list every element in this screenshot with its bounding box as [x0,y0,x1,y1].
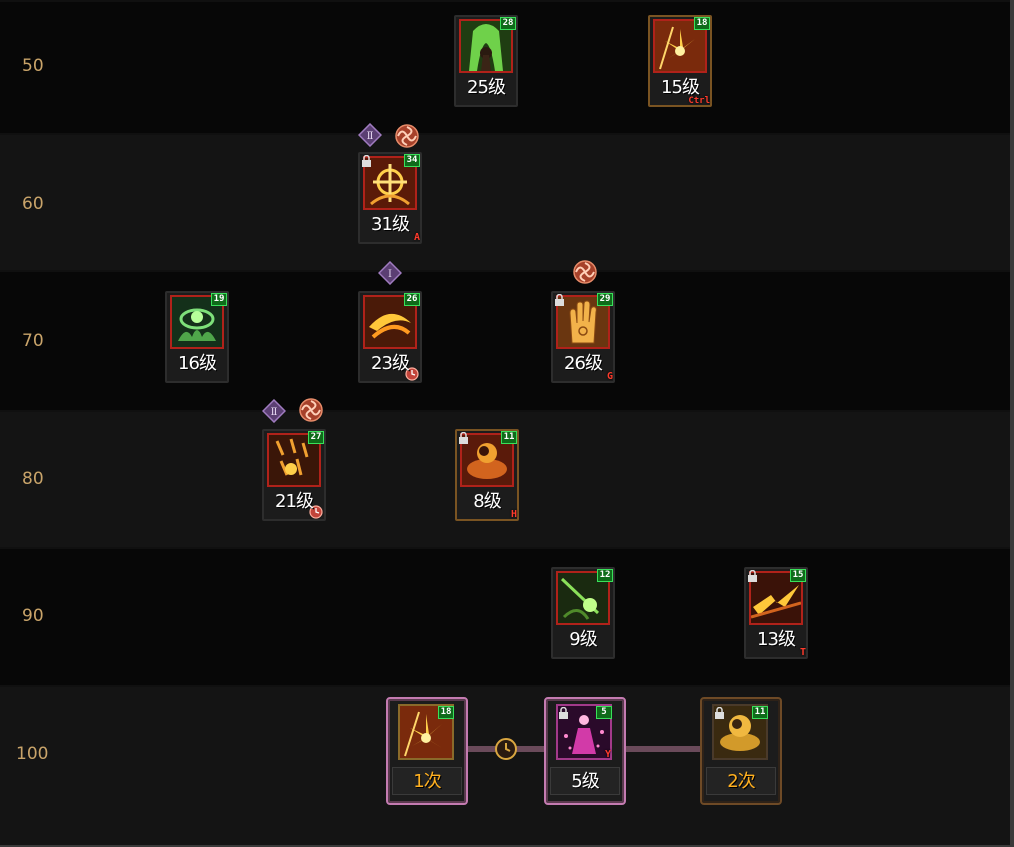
skill-level-label: 31级 [371,214,410,235]
swirl-rune-icon [298,397,323,422]
lock-icon [715,707,724,719]
skill-level-badge: 18 [438,706,454,719]
skill-level-badge: 19 [211,293,227,306]
awakening-slot-right[interactable]: 11 2次 [700,697,782,805]
skill-level-badge: 18 [694,17,710,30]
skill-slot-green-spear[interactable]: 12 9级 [551,567,615,659]
skill-level-badge: 27 [308,431,324,444]
level-label: 100 [16,744,49,764]
awakening-count-label: 2次 [706,767,776,795]
lock-icon [559,707,568,719]
skill-tree-panel: 50 60 70 80 90 100 28 25级 18 Ctrl 15级 Ⅱ … [0,0,1014,847]
lock-icon [555,294,564,306]
skill-slot-golden-flower-burst[interactable]: 18 Ctrl 15级 [648,15,712,107]
skill-level-label: 15级 [661,77,700,98]
skill-level-badge: 28 [500,17,516,30]
skill-slot-crimson-vortex[interactable]: 11 H 8级 [455,429,519,521]
level-row-70 [0,270,1010,412]
skill-slot-golden-cross-bloom[interactable]: 34 A 31级 [358,152,422,244]
skill-level-label: 9级 [569,629,597,650]
skill-level-label: 25级 [467,77,506,98]
skill-slot-green-spirit-arch[interactable]: 28 25级 [454,15,518,107]
skill-slot-golden-whirl[interactable]: 26 23级 [358,291,422,383]
level-label: 70 [22,331,44,351]
hotkey-label: Y [604,749,611,760]
skill-level-badge: 26 [404,293,420,306]
skill-level-label: 13级 [757,629,796,650]
level-row-100 [0,685,1010,845]
awakening-connector [622,746,702,752]
skill-level-badge: 11 [501,431,517,444]
skill-level-badge: 29 [597,293,613,306]
skill-level-label: 23级 [371,353,410,374]
skill-level-badge: 11 [752,706,768,719]
tier-diamond-icon: Ⅱ [357,122,383,148]
skill-level-badge: 34 [404,154,420,167]
lock-icon [748,570,757,582]
skill-level-label: 26级 [564,353,603,374]
skill-level-label: 21级 [275,491,314,512]
skill-level-badge: 15 [790,569,806,582]
level-row-90 [0,547,1010,687]
skill-level-badge: 12 [597,569,613,582]
awakening-slot-center[interactable]: 5 Y 5级 [544,697,626,805]
tier-numeral: Ⅰ [388,269,392,280]
level-label: 90 [22,606,44,626]
skill-slot-ember-rain[interactable]: 27 21级 [262,429,326,521]
skill-slot-golden-palm[interactable]: 29 G 26级 [551,291,615,383]
tier-diamond-icon: Ⅱ [261,398,287,424]
level-label: 50 [22,56,44,76]
level-label: 60 [22,194,44,214]
swirl-rune-icon [394,123,419,148]
level-label: 80 [22,469,44,489]
lock-icon [459,432,468,444]
swirl-rune-icon [572,259,597,284]
skill-level-badge: 5 [596,706,612,719]
tier-diamond-icon: Ⅰ [377,260,403,286]
skill-slot-green-lotus[interactable]: 19 16级 [165,291,229,383]
skill-level-label: 8级 [473,491,501,512]
tier-numeral: Ⅱ [271,407,278,418]
awakening-count-label: 1次 [392,767,462,795]
level-row-60 [0,133,1010,272]
skill-level-label: 5级 [550,767,620,795]
lock-icon [362,155,371,167]
skill-slot-golden-shockwave[interactable]: 15 T 13级 [744,567,808,659]
clock-icon [494,737,518,761]
tier-numeral: Ⅱ [367,131,374,142]
skill-level-label: 16级 [178,353,217,374]
awakening-slot-left[interactable]: 18 1次 [386,697,468,805]
